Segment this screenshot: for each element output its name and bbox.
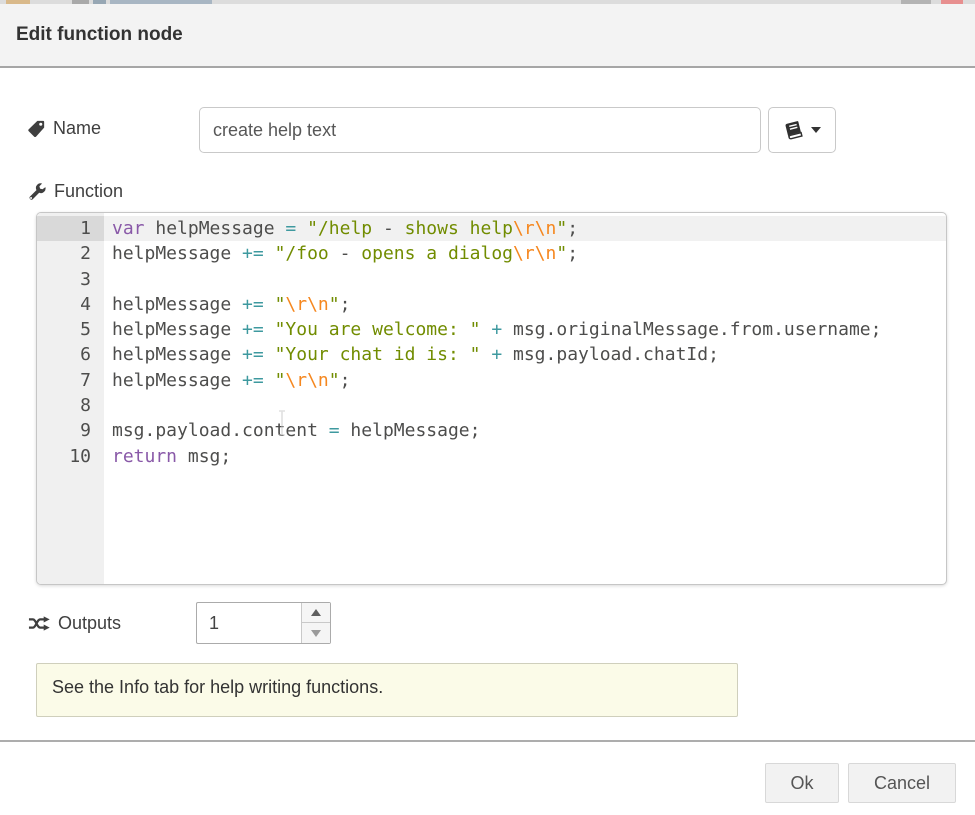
code-line: helpMessage += "\r\n"; xyxy=(104,292,946,317)
line-number: 6 xyxy=(37,342,104,367)
shuffle-icon xyxy=(28,616,50,631)
name-label-text: Name xyxy=(53,118,101,139)
code-line: helpMessage += "/foo - opens a dialog\r\… xyxy=(104,241,946,266)
code-line: helpMessage += "\r\n"; xyxy=(104,368,946,393)
line-number: 7 xyxy=(37,368,104,393)
code-line: helpMessage += "You are welcome: " + msg… xyxy=(104,317,946,342)
function-label-text: Function xyxy=(54,181,123,202)
code-line: msg.payload.content = helpMessage; xyxy=(104,418,946,443)
line-number: 8 xyxy=(37,393,104,418)
outputs-spinner xyxy=(196,602,331,644)
dialog-title: Edit function node xyxy=(16,24,183,46)
code-line: return msg; xyxy=(104,444,946,469)
name-label: Name xyxy=(28,118,101,139)
edit-function-node-dialog: Edit function node Name Function 1234567… xyxy=(0,0,975,815)
name-input[interactable] xyxy=(199,107,761,153)
line-number: 10 xyxy=(37,444,104,469)
outputs-label: Outputs xyxy=(28,613,121,634)
spinner-down-button[interactable] xyxy=(302,623,330,643)
info-tip-text: See the Info tab for help writing functi… xyxy=(52,677,383,697)
footer-divider xyxy=(0,740,975,742)
line-number: 3 xyxy=(37,267,104,292)
tag-icon xyxy=(28,120,45,137)
arrow-down-icon xyxy=(311,630,321,637)
function-label: Function xyxy=(28,181,123,202)
code-editor: 12345678910 var helpMessage = "/help - s… xyxy=(36,212,947,585)
editor-code-area[interactable]: var helpMessage = "/help - shows help\r\… xyxy=(104,213,946,584)
ok-button[interactable]: Ok xyxy=(765,763,839,803)
line-number: 4 xyxy=(37,292,104,317)
library-button[interactable] xyxy=(768,107,836,153)
spinner-buttons xyxy=(301,603,330,643)
code-line: helpMessage += "Your chat id is: " + msg… xyxy=(104,342,946,367)
line-number: 5 xyxy=(37,317,104,342)
arrow-up-icon xyxy=(311,609,321,616)
line-number: 1 xyxy=(37,216,104,241)
cancel-button[interactable]: Cancel xyxy=(848,763,956,803)
spinner-up-button[interactable] xyxy=(302,603,330,623)
code-line: var helpMessage = "/help - shows help\r\… xyxy=(104,216,946,241)
book-icon xyxy=(783,120,804,141)
code-line xyxy=(104,267,946,292)
outputs-input[interactable] xyxy=(197,603,301,643)
wrench-icon xyxy=(28,183,46,201)
editor-gutter: 12345678910 xyxy=(37,213,104,584)
line-number: 2 xyxy=(37,241,104,266)
info-tip: See the Info tab for help writing functi… xyxy=(36,663,738,717)
code-line xyxy=(104,393,946,418)
caret-down-icon xyxy=(811,127,821,133)
dialog-header: Edit function node xyxy=(0,4,975,68)
outputs-label-text: Outputs xyxy=(58,613,121,634)
line-number: 9 xyxy=(37,418,104,443)
